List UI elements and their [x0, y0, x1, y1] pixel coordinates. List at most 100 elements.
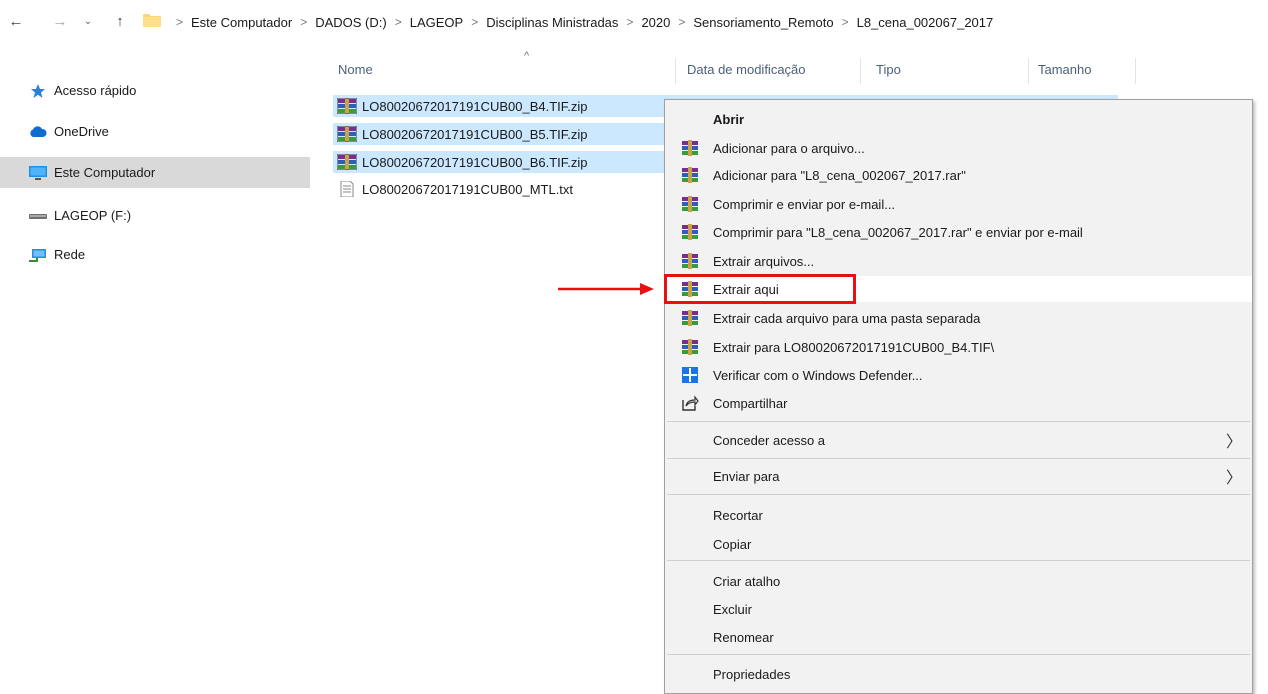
menu-item-label: Adicionar para "L8_cena_002067_2017.rar"	[713, 167, 966, 183]
menu-item-label: Criar atalho	[713, 573, 781, 589]
breadcrumb: > Este Computador > DADOS (D:) > LAGEOP …	[168, 13, 993, 31]
drive-icon	[28, 208, 48, 224]
menu-item-label: Comprimir para "L8_cena_002067_2017.rar"…	[713, 224, 1083, 240]
nav-item-onedrive[interactable]: OneDrive	[0, 116, 310, 147]
context-menu: Abrir Adicionar para o arquivo... Adicio…	[664, 99, 1253, 694]
winrar-archive-icon	[337, 126, 357, 142]
monitor-icon	[28, 165, 48, 181]
menu-item-copy[interactable]: Copiar	[665, 531, 1252, 557]
breadcrumb-este-computador[interactable]: Este Computador	[191, 15, 292, 30]
menu-item-give-access[interactable]: Conceder acesso a 〉	[665, 427, 1252, 453]
nav-item-label: Rede	[54, 247, 86, 262]
file-name: LO80020672017191CUB00_B4.TIF.zip	[362, 98, 588, 114]
menu-item-extract-files[interactable]: Extrair arquivos...	[665, 248, 1252, 274]
breadcrumb-separator-icon: >	[176, 15, 184, 29]
menu-item-send-to[interactable]: Enviar para 〉	[665, 463, 1252, 489]
address-bar: ← → ⌄ ↑ > Este Computador > DADOS (D:) >…	[0, 0, 1268, 44]
column-header-type[interactable]: Tipo	[876, 62, 901, 77]
menu-item-compress-rar-email[interactable]: Comprimir para "L8_cena_002067_2017.rar"…	[665, 219, 1252, 245]
nav-item-label: LAGEOP (F:)	[54, 208, 132, 223]
file-name: LO80020672017191CUB00_B6.TIF.zip	[362, 154, 588, 170]
winrar-icon	[681, 252, 699, 270]
nav-item-label: Este Computador	[54, 165, 156, 180]
menu-separator	[667, 421, 1250, 422]
menu-item-delete[interactable]: Excluir	[665, 596, 1252, 622]
folder-icon	[143, 14, 161, 27]
winrar-icon	[681, 338, 699, 356]
column-divider[interactable]	[860, 58, 861, 84]
menu-item-cut[interactable]: Recortar	[665, 502, 1252, 528]
menu-item-share[interactable]: Compartilhar	[665, 390, 1252, 416]
pointer-arrow-icon	[558, 283, 654, 295]
menu-item-extract-each[interactable]: Extrair cada arquivo para uma pasta sepa…	[665, 305, 1252, 331]
menu-item-compress-email[interactable]: Comprimir e enviar por e-mail...	[665, 191, 1252, 217]
breadcrumb-l8-cena[interactable]: L8_cena_002067_2017	[857, 15, 994, 30]
breadcrumb-separator-icon: >	[394, 15, 402, 29]
winrar-icon	[681, 309, 699, 327]
menu-item-label: Propriedades	[713, 666, 791, 682]
breadcrumb-dados[interactable]: DADOS (D:)	[315, 15, 387, 30]
menu-item-properties[interactable]: Propriedades	[665, 661, 1252, 687]
winrar-icon	[681, 195, 699, 213]
up-arrow-icon[interactable]: ↑	[112, 12, 128, 32]
recent-locations-chevron-icon[interactable]: ⌄	[80, 12, 96, 32]
forward-arrow-icon[interactable]: →	[52, 12, 68, 32]
menu-item-create-shortcut[interactable]: Criar atalho	[665, 568, 1252, 594]
menu-item-abrir[interactable]: Abrir	[665, 106, 1252, 132]
file-name: LO80020672017191CUB00_MTL.txt	[362, 181, 574, 197]
menu-item-add-to-archive[interactable]: Adicionar para o arquivo...	[665, 135, 1252, 161]
menu-item-label: Renomear	[713, 629, 774, 645]
nav-item-lageop[interactable]: LAGEOP (F:)	[0, 200, 310, 231]
breadcrumb-2020[interactable]: 2020	[641, 15, 670, 30]
nav-item-rede[interactable]: Rede	[0, 239, 310, 270]
nav-item-este-computador[interactable]: Este Computador	[0, 157, 310, 188]
file-name: LO80020672017191CUB00_B5.TIF.zip	[362, 126, 588, 142]
text-file-icon	[337, 181, 357, 197]
menu-separator	[667, 560, 1250, 561]
back-arrow-icon[interactable]: ←	[8, 12, 24, 32]
nav-item-acesso-rapido[interactable]: Acesso rápido	[0, 75, 310, 106]
breadcrumb-sensoriamento[interactable]: Sensoriamento_Remoto	[693, 15, 833, 30]
windows-defender-icon	[681, 366, 699, 384]
menu-item-label: Abrir	[713, 111, 745, 127]
winrar-archive-icon	[337, 98, 357, 114]
menu-item-extract-to[interactable]: Extrair para LO80020672017191CUB00_B4.TI…	[665, 334, 1252, 360]
menu-separator	[667, 494, 1250, 495]
menu-item-label: Excluir	[713, 601, 753, 617]
menu-separator	[667, 458, 1250, 459]
menu-separator	[667, 654, 1250, 655]
menu-item-label: Extrair para LO80020672017191CUB00_B4.TI…	[713, 339, 995, 355]
menu-item-rename[interactable]: Renomear	[665, 624, 1252, 650]
menu-item-label: Extrair arquivos...	[713, 253, 815, 269]
menu-item-label: Extrair cada arquivo para uma pasta sepa…	[713, 310, 981, 326]
winrar-icon	[681, 223, 699, 241]
column-divider[interactable]	[1028, 58, 1029, 84]
file-row[interactable]: LO80020672017191CUB00_MTL.txt	[333, 178, 573, 200]
highlight-box	[664, 274, 856, 304]
menu-item-add-to-rar[interactable]: Adicionar para "L8_cena_002067_2017.rar"	[665, 162, 1252, 188]
column-divider[interactable]	[1135, 58, 1136, 84]
breadcrumb-separator-icon: >	[678, 15, 686, 29]
menu-item-label: Compartilhar	[713, 395, 788, 411]
breadcrumb-lageop[interactable]: LAGEOP	[410, 15, 463, 30]
winrar-icon	[681, 139, 699, 157]
chevron-right-icon: 〉	[1225, 434, 1242, 451]
winrar-icon	[681, 166, 699, 184]
menu-item-label: Enviar para	[713, 468, 780, 484]
breadcrumb-disciplinas[interactable]: Disciplinas Ministradas	[486, 15, 618, 30]
menu-item-windows-defender[interactable]: Verificar com o Windows Defender...	[665, 362, 1252, 388]
menu-item-label: Verificar com o Windows Defender...	[713, 367, 923, 383]
nav-item-label: OneDrive	[54, 124, 109, 139]
menu-item-label: Conceder acesso a	[713, 432, 826, 448]
column-header-name[interactable]: Nome	[338, 62, 373, 77]
nav-item-label: Acesso rápido	[54, 83, 137, 98]
breadcrumb-separator-icon: >	[626, 15, 634, 29]
network-icon	[28, 247, 48, 263]
sort-ascending-icon: ^	[524, 50, 530, 62]
cloud-icon	[28, 124, 48, 140]
star-icon	[28, 83, 48, 99]
menu-item-label: Recortar	[713, 507, 763, 523]
column-header-modified[interactable]: Data de modificação	[687, 62, 806, 77]
column-divider[interactable]	[675, 58, 676, 84]
column-header-size[interactable]: Tamanho	[1038, 62, 1091, 77]
